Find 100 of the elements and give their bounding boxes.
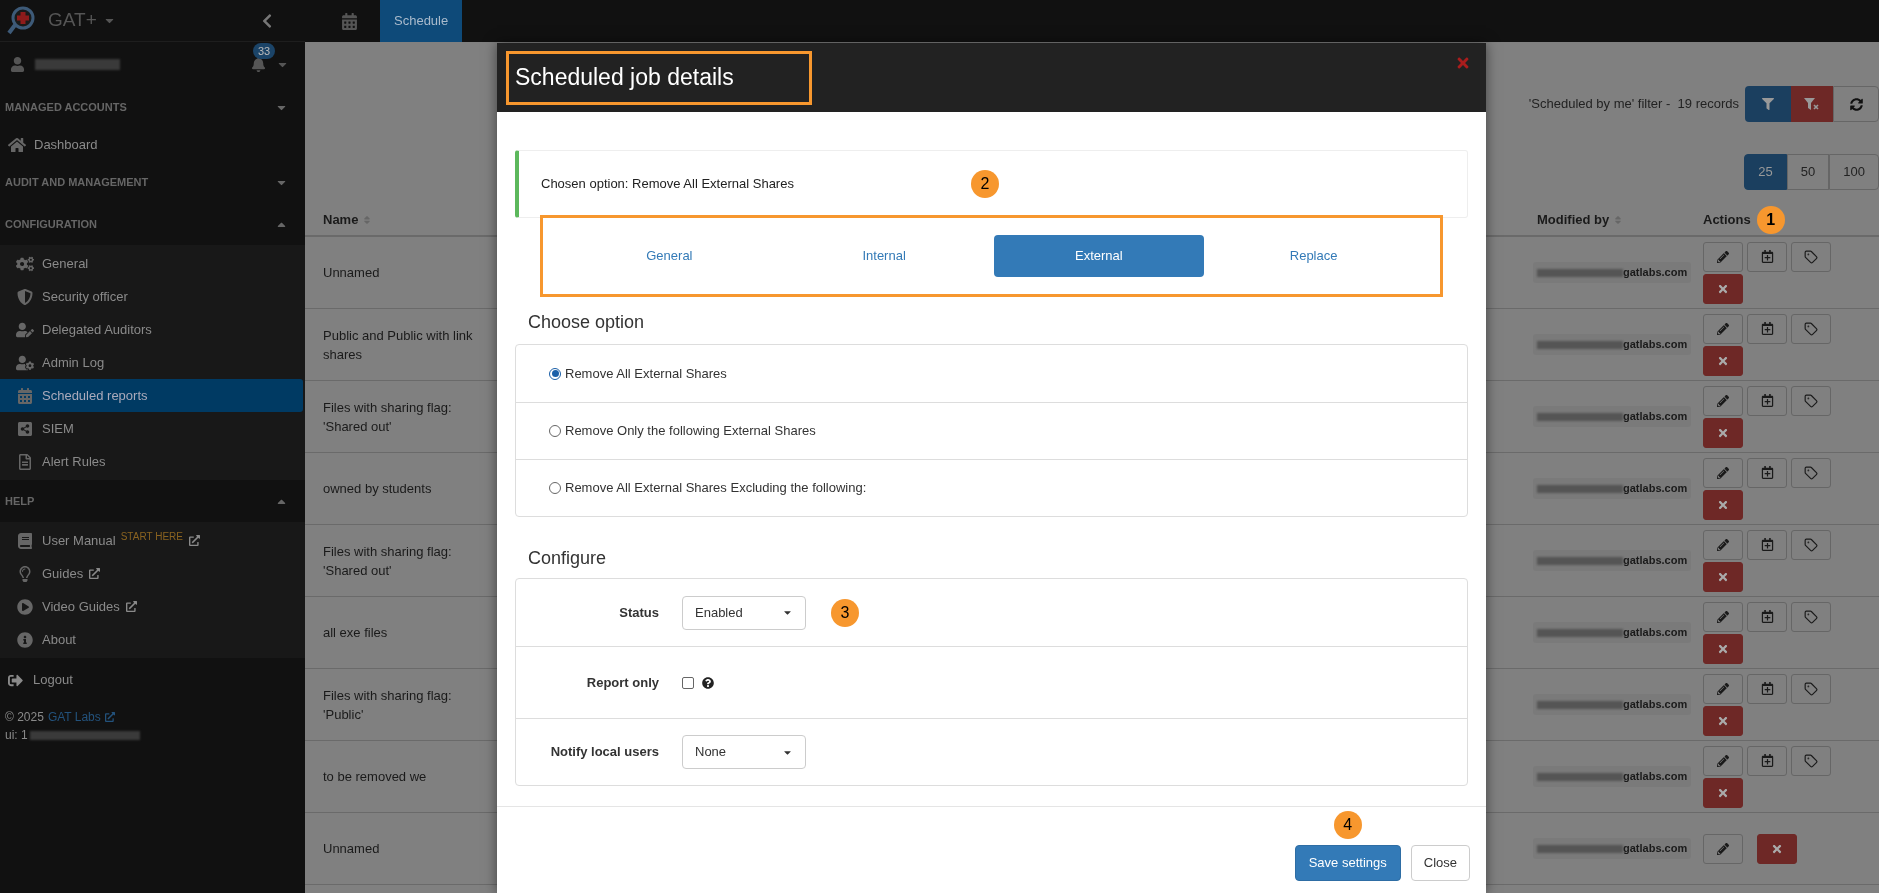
sidebar-item[interactable]: Security officer	[0, 280, 303, 313]
delete-button[interactable]	[1703, 273, 1743, 304]
edit-button[interactable]	[1703, 385, 1743, 416]
sidebar-item[interactable]: User Manual START HERE	[0, 524, 303, 557]
delete-button[interactable]	[1703, 633, 1743, 664]
schedule-button[interactable]	[1747, 745, 1787, 776]
edit-button[interactable]	[1703, 673, 1743, 704]
refresh-button[interactable]	[1833, 86, 1879, 122]
select-field[interactable]: Enabled	[682, 595, 806, 630]
column-header[interactable]: Name	[323, 209, 359, 230]
tag-button[interactable]	[1791, 601, 1831, 632]
field-label: Status	[619, 604, 659, 620]
top-tab[interactable]: Schedule	[380, 0, 463, 42]
edit-button[interactable]	[1703, 745, 1743, 776]
table-cell: Files with sharing flag: 'Public'	[323, 687, 452, 722]
calendar-plus-icon	[1760, 250, 1774, 263]
sidebar-item[interactable]: SIEM	[0, 412, 303, 445]
refresh-icon	[1849, 97, 1863, 111]
column-header[interactable]: Modified by	[1537, 209, 1610, 230]
schedule-button[interactable]	[1747, 241, 1787, 272]
delete-button[interactable]	[1703, 417, 1743, 448]
tag-icon	[1804, 321, 1818, 336]
schedule-button[interactable]	[1747, 385, 1787, 416]
tag-icon	[1804, 609, 1818, 624]
tag-icon	[1804, 753, 1818, 768]
delete-button[interactable]	[1703, 489, 1743, 520]
tag-button[interactable]	[1791, 313, 1831, 344]
edit-button[interactable]	[1703, 601, 1743, 632]
info-icon	[16, 631, 34, 648]
tag-icon	[1804, 393, 1818, 408]
annotation-marker: 2	[971, 170, 999, 198]
tag-button[interactable]	[1791, 241, 1831, 272]
app-title: GAT+	[48, 8, 97, 33]
sidebar-item[interactable]: Guides	[0, 557, 303, 590]
option-tab[interactable]: External	[993, 235, 1205, 277]
table-cell: Files with sharing flag: 'Shared out'	[323, 399, 452, 434]
select-field[interactable]: None	[682, 735, 806, 769]
tag-button[interactable]	[1791, 745, 1831, 776]
table-cell: Public and Public with link shares	[323, 327, 473, 362]
logout-link[interactable]: Logout	[33, 670, 73, 690]
help-icon[interactable]	[702, 676, 714, 689]
section-heading: AUDIT AND MANAGEMENT	[5, 174, 149, 190]
schedule-button[interactable]	[1747, 601, 1787, 632]
calendar-icon	[16, 387, 34, 404]
radio-label: Remove Only the following External Shares	[565, 422, 816, 441]
schedule-button[interactable]	[1747, 529, 1787, 560]
schedule-button[interactable]	[1747, 673, 1787, 704]
annotation-marker: 4	[1333, 811, 1362, 839]
page-size-button[interactable]: 50	[1786, 154, 1830, 190]
table-cell-text: gatlabs.com	[1623, 337, 1688, 353]
table-cell: Unnamed	[323, 841, 380, 856]
schedule-button[interactable]	[1747, 313, 1787, 344]
option-tab[interactable]: Internal	[778, 235, 990, 277]
edit-button[interactable]	[1703, 457, 1743, 488]
page-size-button[interactable]: 100	[1829, 154, 1879, 190]
delete-button[interactable]	[1703, 777, 1743, 808]
sidebar-item[interactable]: Admin Log	[0, 346, 303, 379]
play-icon	[16, 598, 34, 615]
sidebar-item[interactable]: About	[0, 623, 303, 656]
calendar-plus-icon	[1760, 754, 1774, 767]
section-heading: MANAGED ACCOUNTS	[5, 99, 127, 115]
tag-icon	[1804, 249, 1818, 264]
bell-icon[interactable]	[251, 56, 266, 72]
edit-button[interactable]	[1703, 529, 1743, 560]
sidebar-item[interactable]: Dashboard	[0, 128, 303, 161]
tag-button[interactable]	[1791, 457, 1831, 488]
table-cell-text: gatlabs.com	[1623, 481, 1688, 497]
sidebar-item[interactable]: Video Guides	[0, 590, 303, 623]
clear-filter-button[interactable]	[1791, 86, 1833, 122]
tag-icon	[1804, 465, 1818, 480]
calendar-plus-icon	[1760, 682, 1774, 695]
edit-button[interactable]	[1703, 313, 1743, 344]
tag-button[interactable]	[1791, 385, 1831, 416]
page-size-button[interactable]: 25	[1744, 154, 1787, 190]
checkbox[interactable]	[682, 676, 694, 689]
save-settings-button[interactable]: Save settings	[1294, 845, 1401, 881]
user-gear-icon	[16, 354, 34, 371]
sidebar-item[interactable]: Alert Rules	[0, 445, 303, 478]
delete-button[interactable]	[1703, 561, 1743, 592]
schedule-button[interactable]	[1747, 457, 1787, 488]
delete-button[interactable]	[1703, 705, 1743, 736]
delete-button[interactable]	[1703, 345, 1743, 376]
option-tab[interactable]: General	[564, 235, 775, 277]
user-icon	[10, 56, 25, 72]
calendar-plus-icon	[1760, 610, 1774, 623]
delete-button[interactable]	[1757, 833, 1797, 864]
filter-button[interactable]	[1745, 86, 1791, 122]
sidebar-item[interactable]: Delegated Auditors	[0, 313, 303, 346]
tag-button[interactable]	[1791, 673, 1831, 704]
tag-button[interactable]	[1791, 529, 1831, 560]
book-icon	[16, 532, 34, 549]
sidebar-item[interactable]: General	[0, 247, 303, 280]
radio-label: Remove All External Shares Excluding the following:	[565, 479, 867, 498]
section-heading: CONFIGURATION	[5, 216, 98, 232]
close-button[interactable]: Close	[1410, 845, 1470, 881]
edit-button[interactable]	[1703, 241, 1743, 272]
home-icon	[8, 136, 26, 153]
option-tab[interactable]: Replace	[1208, 235, 1419, 277]
sidebar-item[interactable]: Scheduled reports	[0, 379, 303, 412]
edit-button[interactable]	[1703, 833, 1743, 864]
